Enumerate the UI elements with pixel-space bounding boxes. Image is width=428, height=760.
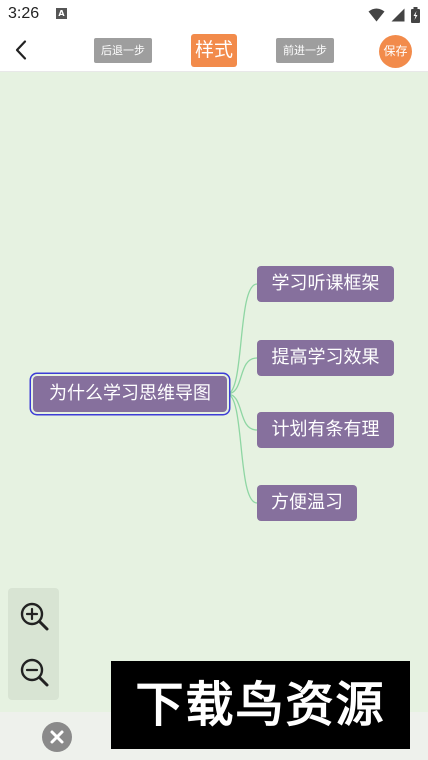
signal-icon <box>391 8 405 22</box>
back-button[interactable] <box>12 39 32 61</box>
close-ad-button[interactable] <box>42 722 72 752</box>
watermark: 下载鸟资源 <box>111 661 410 749</box>
undo-button[interactable]: 后退一步 <box>94 38 152 63</box>
battery-icon <box>411 7 420 23</box>
save-button[interactable]: 保存 <box>379 35 412 68</box>
mindmap-child-node[interactable]: 方便温习 <box>257 485 357 521</box>
status-time: 3:26 <box>8 5 40 22</box>
style-button[interactable]: 样式 <box>191 34 237 67</box>
close-icon <box>50 730 64 744</box>
zoom-in-icon <box>20 602 49 631</box>
connector-line <box>226 393 258 504</box>
status-icons <box>368 6 420 24</box>
mindmap-root-node[interactable]: 为什么学习思维导图 <box>30 373 230 415</box>
zoom-in-button[interactable] <box>18 600 50 632</box>
notification-icon: A <box>56 8 67 19</box>
back-arrow-icon <box>15 40 27 60</box>
connector-line <box>226 283 258 395</box>
mindmap-child-node[interactable]: 提高学习效果 <box>257 340 394 376</box>
connector-line <box>226 357 258 395</box>
wifi-icon <box>368 8 385 22</box>
zoom-out-button[interactable] <box>18 656 50 688</box>
mindmap-child-node[interactable]: 学习听课框架 <box>257 266 394 302</box>
zoom-controls <box>8 588 59 700</box>
connector-line <box>226 393 258 431</box>
mindmap-canvas[interactable]: 为什么学习思维导图 学习听课框架 提高学习效果 计划有条有理 方便温习 <box>0 72 428 712</box>
zoom-out-icon <box>20 658 49 687</box>
status-bar: 3:26 A <box>0 0 428 30</box>
toolbar: 后退一步 样式 前进一步 保存 <box>0 30 428 72</box>
redo-button[interactable]: 前进一步 <box>276 38 334 63</box>
mindmap-child-node[interactable]: 计划有条有理 <box>257 412 394 448</box>
